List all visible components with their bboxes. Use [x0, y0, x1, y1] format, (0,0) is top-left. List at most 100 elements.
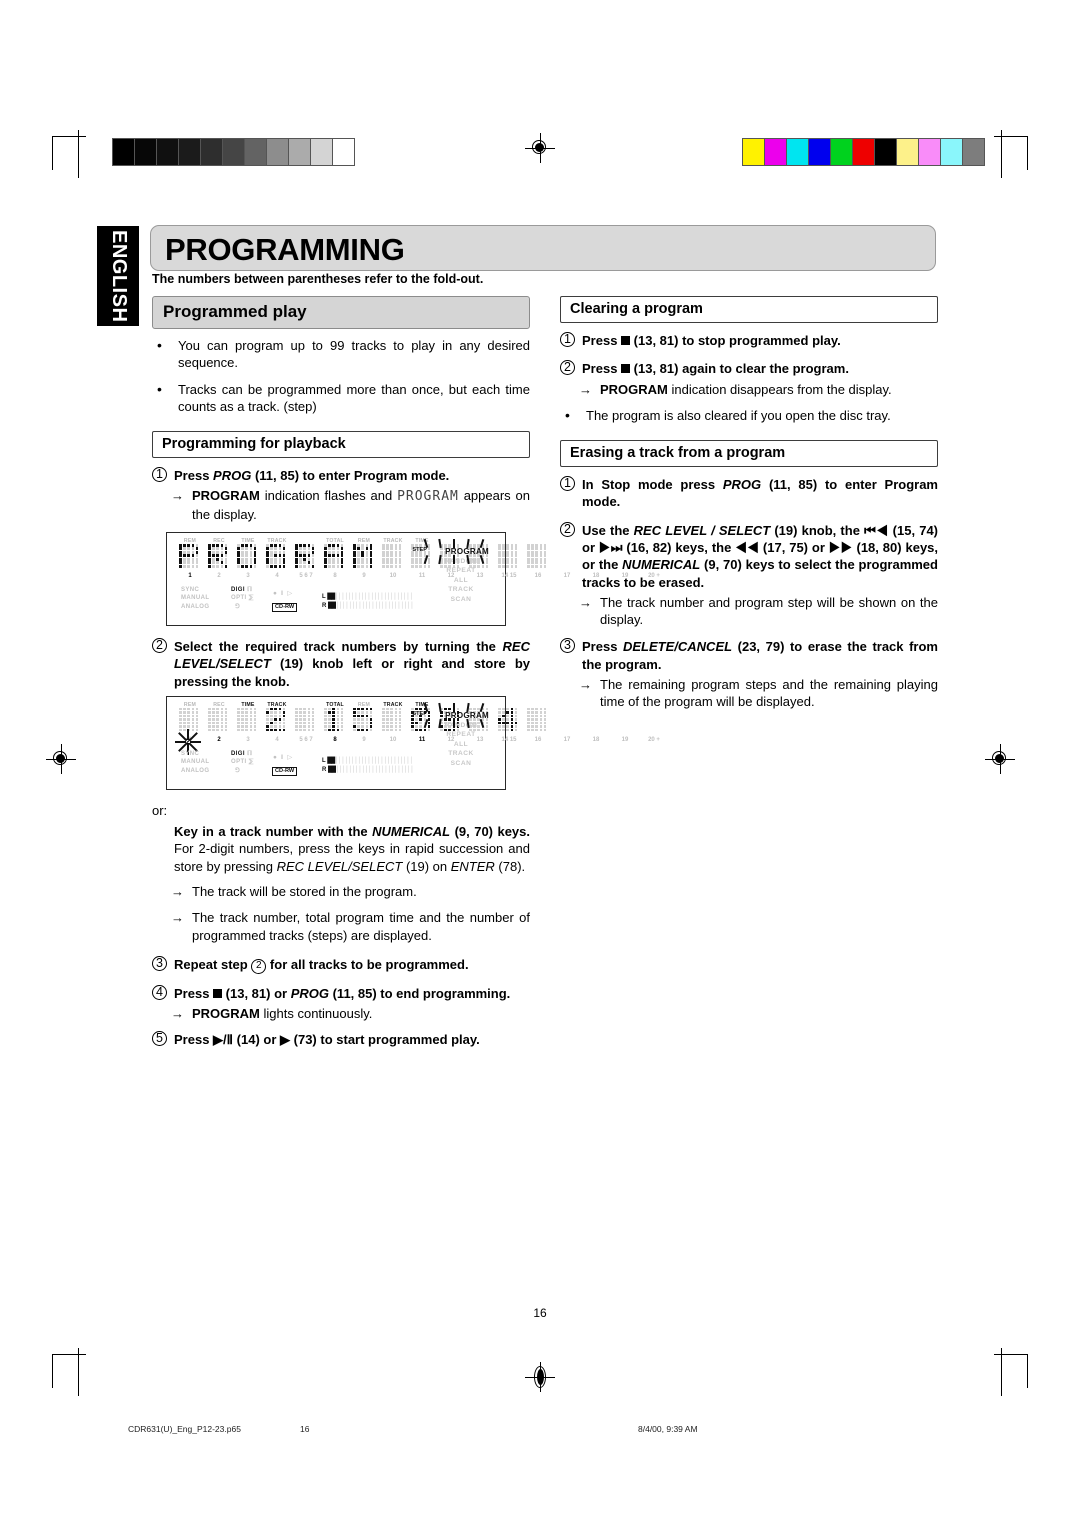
lcd-pixel: [208, 564, 211, 568]
lcd-pixel: [506, 543, 509, 547]
lcd-digital-labels: DIGI ℿ OPTI ⅀ ⅁: [231, 586, 254, 610]
lcd-pixel: [506, 728, 509, 732]
lcd-pixel: [543, 725, 547, 728]
lcd-pixel: [208, 711, 211, 714]
lcd-pixel: [502, 714, 505, 718]
lcd-pixel: [543, 714, 547, 718]
lcd-pixel: [212, 711, 215, 714]
lcd-pixel: [369, 543, 373, 547]
flash-ray: [466, 538, 470, 549]
lcd-pixel: [394, 554, 398, 558]
lcd-pixel: [307, 718, 311, 721]
lcd-cdrw-badge: CD-RW: [272, 602, 298, 612]
lcd-pixel: [179, 725, 182, 728]
lcd-character-cell: [295, 707, 317, 734]
lcd-pixel: [183, 564, 186, 568]
registration-mark: [525, 1362, 555, 1392]
lcd-track-tick: 10: [389, 572, 397, 579]
lcd-pixel: [212, 554, 215, 558]
lcd-cdrw-badge: CD-RW: [272, 766, 298, 776]
lcd-pixel: [282, 554, 286, 558]
lcd-pixel: [340, 721, 344, 725]
crop-mark: [1027, 1354, 1028, 1388]
lcd-pixel: [353, 543, 356, 547]
lcd-pixel: [382, 543, 385, 547]
lcd-character-cell: [353, 707, 375, 734]
lcd-pixel: [212, 725, 215, 728]
lcd-pixel: [332, 714, 335, 718]
lcd-pixel: [398, 547, 402, 551]
lcd-pixel: [361, 721, 364, 725]
flash-ray: [438, 718, 442, 728]
flash-ray: [438, 702, 442, 712]
flash-ray: [423, 702, 428, 712]
lcd-pixel: [216, 561, 219, 565]
left-column: Programmed play • You can program up to 9…: [152, 296, 660, 1052]
lcd-pixel: [394, 557, 398, 561]
lcd-pixel: [502, 721, 505, 725]
lcd-pixel: [514, 711, 518, 714]
lcd-pixel: [502, 707, 505, 711]
step-reference: 2: [251, 958, 267, 974]
lcd-track-tick: 14 15: [501, 572, 517, 579]
lcd-pixel: [253, 714, 257, 718]
lcd-pixel: [245, 707, 248, 711]
calibration-swatch: [113, 139, 135, 165]
lcd-pixel: [266, 721, 269, 725]
step-text-d: (16, 82) keys, the: [622, 539, 736, 555]
lcd-pixel: [357, 547, 360, 551]
lcd-pixel: [266, 718, 269, 721]
lcd-pixel: [249, 561, 253, 565]
lcd-pixel: [270, 711, 273, 714]
lcd-pixel: [266, 543, 269, 547]
lcd-pixel: [411, 561, 414, 565]
step-3: 3 Repeat step 2 for all tracks to be pro…: [152, 955, 530, 974]
lcd-pixel: [514, 543, 518, 547]
lcd-pixel: [340, 543, 344, 547]
lcd-pixel: [241, 543, 244, 547]
lcd-pixel: [502, 564, 505, 568]
crop-mark: [52, 1354, 86, 1355]
lcd-pixel: [386, 543, 389, 547]
lcd-pixel: [357, 725, 360, 728]
result-text: The track number and program step will b…: [600, 594, 938, 628]
lcd-pixel: [270, 718, 273, 721]
lcd-pixel: [361, 718, 364, 721]
erase-step-2: 2 Use the REC LEVEL / SELECT (19) knob, …: [560, 521, 938, 591]
lcd-pixel: [278, 725, 282, 728]
lcd-pixel: [340, 550, 344, 554]
lcd-pixel: [539, 547, 543, 551]
lcd-track-tick: 14 15: [501, 736, 517, 743]
step-text-b: (19) knob, the: [770, 522, 865, 538]
lcd-pixel: [274, 557, 277, 561]
lcd-character-cell: [527, 543, 549, 570]
meter-right-label: R: [322, 766, 327, 773]
program-indicator-label: PROGRAM: [192, 488, 260, 504]
flash-ray: [175, 740, 186, 743]
lcd-pixel: [423, 564, 427, 568]
lcd-pixel: [369, 718, 373, 721]
lcd-pixel: [365, 725, 369, 728]
lcd-pixel: [498, 561, 501, 565]
lcd-pixel: [295, 564, 298, 568]
lcd-display-illustration-2: REMRECTIMETRACKTOTALREMTRACKTIME 12345 6…: [166, 695, 660, 790]
lcd-pixel: [183, 711, 186, 714]
lcd-pixel: [357, 711, 360, 714]
lcd-pixel: [390, 554, 393, 558]
lcd-pixel: [514, 550, 518, 554]
registration-mark: [46, 744, 76, 774]
lcd-pixel: [278, 711, 282, 714]
lcd-pixel: [212, 707, 215, 711]
lcd-pixel: [295, 550, 298, 554]
lcd-pixel: [274, 564, 277, 568]
lcd-pixel: [390, 721, 393, 725]
lcd-pixel: [382, 707, 385, 711]
lcd-pixel: [365, 728, 369, 732]
lcd-pixel: [506, 711, 509, 714]
lcd-pixel: [365, 554, 369, 558]
lcd-pixel: [278, 728, 282, 732]
lcd-pixel: [514, 557, 518, 561]
lcd-pixel: [535, 718, 538, 721]
lcd-pixel: [415, 564, 418, 568]
lcd-pixel: [514, 721, 518, 725]
